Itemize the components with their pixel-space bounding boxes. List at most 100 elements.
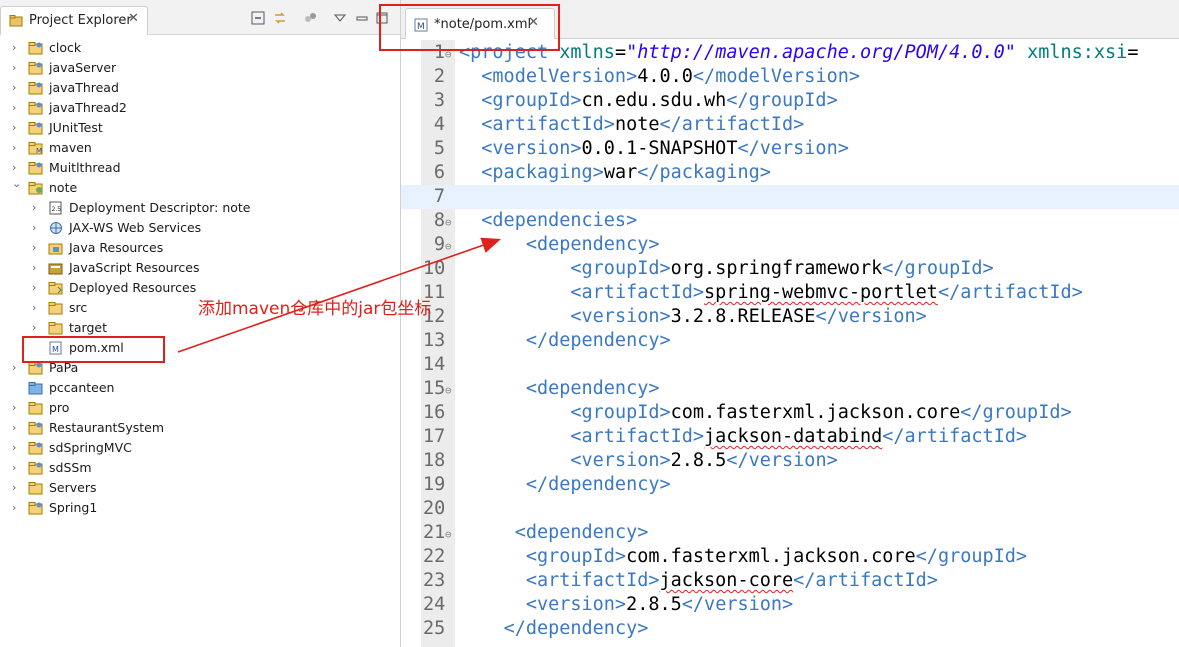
tree-item-spring1[interactable]: › Spring1 <box>0 498 400 518</box>
close-icon[interactable]: ✕ <box>128 11 139 26</box>
fold-toggle-icon[interactable]: ⊖ <box>445 211 452 235</box>
chevron-right-icon[interactable]: › <box>12 398 22 418</box>
chevron-right-icon[interactable]: › <box>12 38 22 58</box>
tree-item-label: javaThread2 <box>49 100 127 115</box>
chevron-right-icon[interactable]: › <box>12 358 22 378</box>
chevron-down-icon[interactable]: ⌄ <box>12 174 22 194</box>
xml-text-token <box>459 594 526 615</box>
tree-item-java-resources[interactable]: › Java Resources <box>0 238 400 258</box>
java-project-icon <box>28 501 44 515</box>
chevron-right-icon[interactable]: › <box>32 258 42 278</box>
chevron-right-icon[interactable]: › <box>12 78 22 98</box>
tree-item-javascript-resources[interactable]: › JavaScript Resources <box>0 258 400 278</box>
line-number: 3 <box>433 90 445 111</box>
tree-item-label: Deployed Resources <box>69 280 197 295</box>
line-number: 6 <box>433 162 445 183</box>
xml-tag-token: </groupId> <box>960 402 1072 423</box>
filters-icon[interactable] <box>303 10 319 26</box>
tree-item-deployment-descriptor-note[interactable]: › 2.5 Deployment Descriptor: note <box>0 198 400 218</box>
java-project-icon <box>28 121 44 135</box>
view-menu-icon[interactable] <box>332 10 348 26</box>
tree-item-maven[interactable]: › Mmaven <box>0 138 400 158</box>
minimize-icon[interactable] <box>354 10 370 26</box>
tree-item-note[interactable]: ⌄ note <box>0 177 400 198</box>
svg-text:M: M <box>36 147 42 155</box>
chevron-right-icon[interactable]: › <box>32 298 42 318</box>
tree-item-javathread[interactable]: › javaThread <box>0 78 400 98</box>
xml-text-token: jackson-core <box>659 570 794 591</box>
xml-tag-token: <groupId> <box>525 546 627 567</box>
chevron-right-icon[interactable]: › <box>12 458 22 478</box>
fold-toggle-icon[interactable]: ⊖ <box>445 235 452 259</box>
link-with-editor-icon[interactable] <box>272 10 288 26</box>
code-text: <groupId>org.springframework</groupId> <box>459 257 993 281</box>
chevron-right-icon[interactable]: › <box>32 318 42 338</box>
xml-text-token: com.fasterxml.jackson.core <box>670 402 961 423</box>
xml-text-token <box>459 426 570 447</box>
line-number: 22 <box>423 546 446 567</box>
code-editor[interactable]: 1 ⊖ <project xmlns="http://maven.apache.or… <box>401 41 1179 647</box>
xml-tag-token: </version> <box>681 594 794 615</box>
chevron-right-icon[interactable]: › <box>32 278 42 298</box>
tab-project-explorer[interactable]: Project Explorer ✕ <box>0 6 148 35</box>
chevron-right-icon[interactable]: › <box>12 418 22 438</box>
xml-tag-token: <version> <box>525 594 627 615</box>
tree-item-restaurantsystem[interactable]: › RestaurantSystem <box>0 418 400 438</box>
xml-text-token <box>459 114 481 135</box>
xml-text-token <box>459 90 481 111</box>
tree-item-label: javaThread <box>49 80 119 95</box>
xml-text-token <box>459 306 570 327</box>
chevron-right-icon[interactable]: › <box>12 58 22 78</box>
tree-item-clock[interactable]: › clock <box>0 38 400 58</box>
deployed-resources-icon <box>48 281 64 295</box>
tree-item-label: JAX-WS Web Services <box>69 220 202 235</box>
java-project-icon <box>28 81 44 95</box>
line-number: 7 <box>433 186 445 207</box>
folder-icon <box>28 401 44 415</box>
tree-item-label: pccanteen <box>49 380 115 395</box>
chevron-right-icon[interactable]: › <box>12 138 22 158</box>
line-number: 24 <box>423 594 446 615</box>
xml-text-token <box>459 138 481 159</box>
tree-item-javathread2[interactable]: › javaThread2 <box>0 98 400 118</box>
xml-text-token <box>459 66 481 87</box>
tree-item-junittest[interactable]: › JUnitTest <box>0 118 400 138</box>
tree-item-jax-ws-web-services[interactable]: › JAX-WS Web Services <box>0 218 400 238</box>
chevron-right-icon[interactable]: › <box>12 118 22 138</box>
chevron-right-icon[interactable]: › <box>32 218 42 238</box>
tree-item-pro[interactable]: › pro <box>0 398 400 418</box>
code-text: <groupId>com.fasterxml.jackson.core</gro… <box>459 545 1027 569</box>
tree-item-label: Java Resources <box>69 240 164 255</box>
java-project-icon <box>28 61 44 75</box>
tree-item-target[interactable]: › target <box>0 318 400 338</box>
xml-text-token: com.fasterxml.jackson.core <box>626 546 916 567</box>
chevron-right-icon[interactable]: › <box>32 238 42 258</box>
code-text: <artifactId>jackson-core</artifactId> <box>459 569 938 593</box>
xml-tag-token: </groupId> <box>726 90 838 111</box>
tree-item-sdspringmvc[interactable]: › sdSpringMVC <box>0 438 400 458</box>
code-text: <packaging>war</packaging> <box>459 161 771 185</box>
fold-toggle-icon[interactable]: ⊖ <box>445 379 452 403</box>
xml-text-token: 3.2.8.RELEASE <box>670 306 816 327</box>
code-text: <artifactId>note</artifactId> <box>459 113 804 137</box>
chevron-right-icon[interactable]: › <box>12 438 22 458</box>
tree-item-pccanteen[interactable]: pccanteen <box>0 378 400 398</box>
chevron-right-icon[interactable]: › <box>12 98 22 118</box>
code-text: <dependency> <box>459 233 660 257</box>
tree-item-javaserver[interactable]: › javaServer <box>0 58 400 78</box>
tree-item-sdssm[interactable]: › sdSSm <box>0 458 400 478</box>
chevron-right-icon[interactable]: › <box>12 498 22 518</box>
java-resources-icon <box>48 241 64 255</box>
chevron-right-icon[interactable]: › <box>12 478 22 498</box>
tree-item-muitlthread[interactable]: › Muitlthread <box>0 158 400 178</box>
tree-item-servers[interactable]: › Servers <box>0 478 400 498</box>
xml-tag-token: </version> <box>726 450 838 471</box>
xml-tag-token: <modelVersion> <box>481 66 638 87</box>
xml-tag-token: <groupId> <box>570 402 671 423</box>
collapse-all-icon[interactable] <box>250 10 266 26</box>
fold-toggle-icon[interactable]: ⊖ <box>445 523 452 547</box>
chevron-right-icon[interactable]: › <box>32 198 42 218</box>
code-line[interactable]: 7 <box>401 185 1179 209</box>
maven-project-icon: M <box>28 141 44 155</box>
xml-tag-token: <artifactId> <box>570 426 705 447</box>
